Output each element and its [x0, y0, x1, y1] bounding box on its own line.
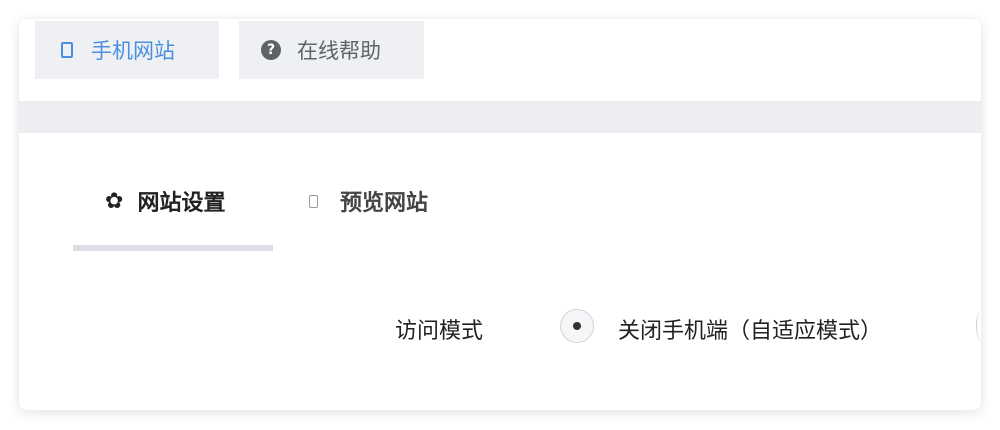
tab-online-help-label: 在线帮助: [297, 39, 381, 63]
section-divider: [19, 101, 981, 133]
settings-panel: ✿ 网站设置 预览网站 访问模式 关闭手机端（自适应模式）: [35, 133, 981, 410]
tab-site-settings[interactable]: ✿ 网站设置: [105, 185, 225, 217]
access-mode-label: 访问模式: [395, 319, 484, 344]
radio-selected-dot: [573, 322, 581, 330]
mobile-phone-icon: [309, 194, 318, 208]
tab-preview-site[interactable]: 预览网站: [309, 185, 428, 217]
active-tab-indicator: [73, 245, 273, 251]
radio-close-mobile-label[interactable]: 关闭手机端（自适应模式）: [618, 313, 882, 345]
tab-preview-site-label: 预览网站: [340, 191, 429, 216]
tab-mobile-site[interactable]: 手机网站: [35, 21, 219, 79]
radio-next-option[interactable]: [976, 311, 981, 341]
mobile-site-card: 手机网站 ? 在线帮助 ✿ 网站设置 预览网站 访问模式 关闭手机端（自适应模式…: [19, 19, 981, 410]
gear-icon: ✿: [105, 188, 124, 214]
tab-site-settings-label: 网站设置: [137, 191, 226, 216]
tab-mobile-site-label: 手机网站: [91, 39, 175, 63]
mobile-phone-icon: [61, 42, 73, 58]
top-tab-bar: 手机网站 ? 在线帮助: [19, 19, 981, 101]
tab-online-help[interactable]: ? 在线帮助: [239, 21, 424, 79]
radio-close-mobile[interactable]: [560, 309, 594, 343]
question-circle-icon: ?: [261, 40, 281, 60]
